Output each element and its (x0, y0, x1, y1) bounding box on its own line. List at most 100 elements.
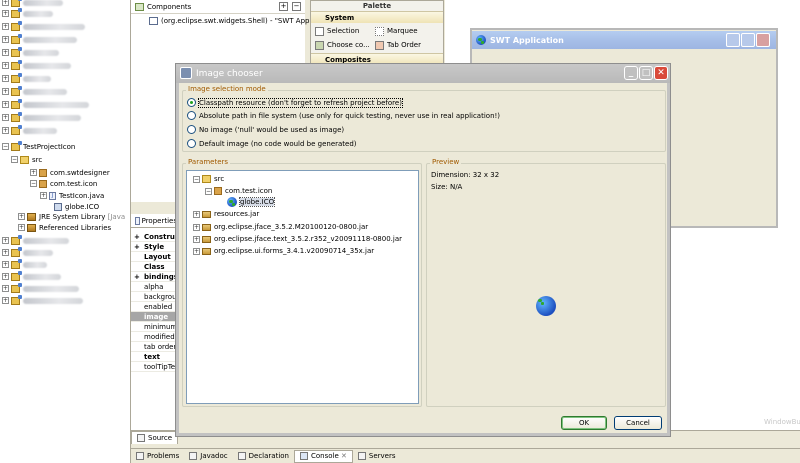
properties-tab[interactable]: Properties (131, 214, 177, 228)
expand-icon[interactable]: + (2, 127, 9, 134)
expand-icon[interactable]: + (2, 297, 9, 304)
explorer-row-blurred[interactable]: + (2, 85, 67, 98)
tab-servers[interactable]: Servers (353, 450, 401, 463)
palette-marquee[interactable]: Marquee (375, 25, 418, 37)
explorer-project-testprojecticon[interactable]: − TestProjectIcon (2, 140, 75, 153)
maximize-icon[interactable]: □ (639, 66, 653, 80)
expand-icon[interactable]: + (2, 36, 9, 43)
radio-button[interactable] (187, 111, 196, 120)
collapse-icon[interactable]: − (193, 175, 200, 183)
properties-table: ConstrucStyleLayoutClassbindingsalphabac… (131, 232, 177, 382)
explorer-referenced-libraries[interactable]: + Referenced Libraries (18, 221, 111, 234)
expand-icon[interactable]: + (2, 23, 9, 30)
close-icon[interactable]: ✕ (341, 452, 347, 460)
tab-declaration[interactable]: Declaration (233, 450, 294, 463)
expand-icon[interactable]: + (193, 235, 200, 243)
expand-icon[interactable]: + (2, 249, 9, 256)
palette-choose-component[interactable]: Choose co... (315, 39, 370, 51)
close-icon[interactable] (756, 33, 770, 47)
radio-button[interactable] (187, 139, 196, 148)
expand-icon[interactable]: + (2, 10, 9, 17)
tree-jar-jface-text[interactable]: + org.eclipse.jface.text_3.5.2.r352_v2009… (193, 233, 402, 245)
explorer-row-blurred[interactable]: + (2, 46, 59, 59)
expand-icon[interactable]: + (193, 247, 200, 255)
tab-problems[interactable]: Problems (131, 450, 184, 463)
property-row[interactable]: alpha (131, 282, 177, 292)
tab-console[interactable]: Console ✕ (294, 449, 353, 463)
property-row[interactable]: minimumSi (131, 322, 177, 332)
explorer-src-folder[interactable]: − src (11, 153, 42, 166)
expand-icon[interactable]: + (193, 210, 200, 218)
expand-icon[interactable]: + (2, 88, 9, 95)
property-row[interactable]: Class (131, 262, 177, 272)
expand-icon[interactable]: + (18, 224, 25, 231)
property-row[interactable]: toolTipTex (131, 362, 177, 372)
expand-icon[interactable]: + (2, 0, 9, 6)
property-row[interactable]: enabled (131, 302, 177, 312)
tree-file-globe[interactable]: globe.ICO (227, 196, 276, 208)
explorer-row-blurred[interactable]: + (2, 33, 77, 46)
radio-button[interactable] (187, 125, 196, 134)
tree-src[interactable]: − src (193, 173, 224, 185)
tab-source[interactable]: Source (131, 430, 179, 444)
expand-icon[interactable]: + (2, 75, 9, 82)
property-row[interactable]: text (131, 352, 177, 362)
expand-icon[interactable]: + (2, 261, 9, 268)
maximize-icon[interactable] (741, 33, 755, 47)
expand-icon[interactable]: + (2, 114, 9, 121)
resource-tree[interactable]: − src − com.test.icon globe.ICO + resources… (186, 170, 419, 404)
property-row[interactable]: modified (131, 332, 177, 342)
minimize-icon[interactable]: _ (624, 66, 638, 80)
collapse-icon[interactable]: − (11, 156, 18, 163)
property-row[interactable]: image (131, 312, 177, 322)
expand-icon[interactable]: + (193, 223, 200, 231)
cancel-button[interactable]: Cancel (614, 416, 662, 430)
radio-absolute-path[interactable]: Absolute path in file system (use only f… (187, 110, 500, 121)
tree-jar-ui-forms[interactable]: + org.eclipse.ui.forms_3.4.1.v20090714_35… (193, 245, 374, 257)
explorer-row-blurred[interactable]: + (2, 98, 89, 111)
bottom-view-tabs: Problems Javadoc Declaration Console ✕ S… (131, 448, 800, 463)
component-shell-item[interactable]: (org.eclipse.swt.widgets.Shell) - "SWT A… (149, 17, 317, 25)
property-row[interactable]: Layout (131, 252, 177, 262)
radio-default-image[interactable]: Default image (no code would be generate… (187, 138, 357, 149)
radio-button[interactable] (187, 98, 196, 107)
expand-icon[interactable]: + (2, 101, 9, 108)
collapse-icon[interactable]: − (30, 180, 37, 187)
explorer-row-blurred[interactable]: + (2, 111, 81, 124)
collapse-icon[interactable]: − (2, 143, 9, 150)
property-row[interactable]: bindings (131, 272, 177, 282)
explorer-row-blurred[interactable]: + (2, 7, 53, 20)
property-row[interactable]: tab order (131, 342, 177, 352)
expand-icon[interactable]: + (18, 213, 25, 220)
expand-icon[interactable]: + (2, 49, 9, 56)
close-icon[interactable]: ✕ (654, 66, 668, 80)
collapse-all-icon[interactable]: − (292, 2, 301, 11)
explorer-row-blurred[interactable]: + (2, 59, 71, 72)
radio-no-image[interactable]: No image ('null' would be used as image) (187, 124, 344, 135)
tree-jar-resources[interactable]: + resources.jar (193, 208, 259, 220)
expand-icon[interactable]: + (30, 169, 37, 176)
explorer-row-blurred[interactable]: + (2, 20, 85, 33)
expand-all-icon[interactable]: + (279, 2, 288, 11)
minimize-icon[interactable] (726, 33, 740, 47)
expand-icon[interactable]: + (2, 237, 9, 244)
expand-icon[interactable]: + (40, 192, 47, 199)
palette-tab-order[interactable]: Tab Order (375, 39, 421, 51)
dialog-titlebar[interactable]: Image chooser (176, 64, 670, 83)
expand-icon[interactable]: + (2, 285, 9, 292)
expand-icon[interactable]: + (2, 62, 9, 69)
collapse-icon[interactable]: − (205, 187, 212, 195)
palette-group-system[interactable]: System (311, 11, 443, 23)
radio-classpath-resource[interactable]: Classpath resource (don't forget to refr… (187, 97, 403, 108)
property-row[interactable]: backgrour (131, 292, 177, 302)
explorer-row-blurred[interactable]: + (2, 124, 57, 137)
explorer-row-blurred[interactable]: + (2, 72, 51, 85)
property-row[interactable]: Style (131, 242, 177, 252)
property-row[interactable]: Construc (131, 232, 177, 242)
expand-icon[interactable]: + (2, 273, 9, 280)
ok-button[interactable]: OK (561, 416, 607, 430)
explorer-row-blurred[interactable]: + (2, 294, 83, 307)
palette-selection[interactable]: Selection (315, 25, 359, 37)
tab-javadoc[interactable]: Javadoc (184, 450, 232, 463)
tree-jar-jface[interactable]: + org.eclipse.jface_3.5.2.M20100120-0800.… (193, 221, 368, 233)
